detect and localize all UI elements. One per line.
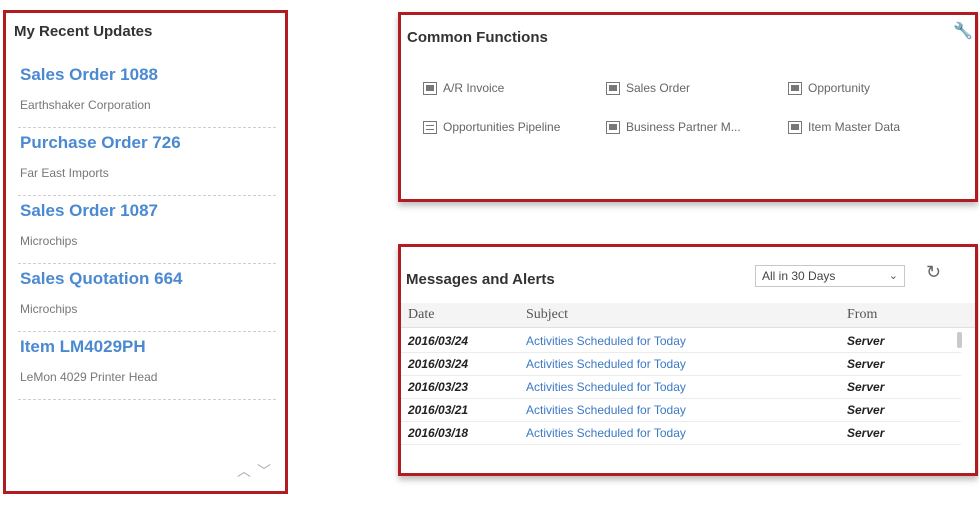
chevron-down-icon: ⌄	[888, 270, 898, 282]
row-subject-link[interactable]: Activities Scheduled for Today	[526, 357, 686, 371]
messages-alerts-panel: Messages and Alerts All in 30 Days ⌄ ↻ D…	[398, 244, 978, 476]
chevron-down-icon[interactable]: ﹀	[257, 463, 277, 479]
recent-update-name[interactable]: Sales Quotation 664	[20, 269, 183, 289]
recent-update-item[interactable]: Purchase Order 726 Far East Imports	[18, 127, 276, 196]
function-label: Item Master Data	[808, 120, 901, 134]
function-link-opportunity[interactable]: Opportunity	[788, 81, 870, 95]
column-header-subject[interactable]: Subject	[526, 307, 568, 323]
recent-updates-panel: My Recent Updates Sales Order 1088 Earth…	[3, 10, 288, 494]
recent-updates-title: My Recent Updates	[14, 23, 153, 40]
recent-update-subtitle: Far East Imports	[20, 166, 109, 180]
function-label: Opportunity	[808, 81, 871, 95]
recent-update-subtitle: Microchips	[20, 234, 78, 248]
row-date: 2016/03/24	[408, 334, 469, 348]
period-filter-value: All in 30 Days	[762, 269, 836, 283]
recent-update-subtitle: Earthshaker Corporation	[20, 98, 151, 112]
row-subject-link[interactable]: Activities Scheduled for Today	[526, 380, 686, 394]
recent-updates-nav: ︿﹀	[237, 461, 277, 481]
table-row[interactable]: 2016/03/21 Activities Scheduled for Toda…	[401, 399, 961, 422]
column-header-date[interactable]: Date	[408, 307, 434, 323]
recent-update-name[interactable]: Sales Order 1087	[20, 201, 158, 221]
row-from: Server	[847, 380, 885, 394]
table-row[interactable]: 2016/03/24 Activities Scheduled for Toda…	[401, 330, 961, 353]
row-date: 2016/03/24	[408, 357, 469, 371]
row-from: Server	[847, 357, 885, 371]
recent-update-subtitle: LeMon 4029 Printer Head	[20, 370, 158, 384]
messages-alerts-title: Messages and Alerts	[406, 271, 555, 288]
row-from: Server	[847, 426, 885, 440]
row-subject-link[interactable]: Activities Scheduled for Today	[526, 426, 686, 440]
function-label: A/R Invoice	[443, 81, 505, 95]
function-link-business-partner[interactable]: Business Partner M...	[606, 120, 741, 134]
form-icon	[606, 81, 620, 95]
recent-update-name[interactable]: Item LM4029PH	[20, 337, 146, 357]
row-date: 2016/03/21	[408, 403, 469, 417]
function-link-sales-order[interactable]: Sales Order	[606, 81, 690, 95]
function-label: Opportunities Pipeline	[443, 120, 561, 134]
row-from: Server	[847, 334, 885, 348]
form-icon	[788, 120, 802, 134]
recent-update-item[interactable]: Sales Quotation 664 Microchips	[18, 263, 276, 332]
form-icon	[788, 81, 802, 95]
table-row[interactable]: 2016/03/23 Activities Scheduled for Toda…	[401, 376, 961, 399]
report-icon	[423, 120, 437, 134]
period-filter-select[interactable]: All in 30 Days ⌄	[755, 265, 905, 287]
recent-update-item[interactable]: Sales Order 1087 Microchips	[18, 195, 276, 264]
row-subject-link[interactable]: Activities Scheduled for Today	[526, 334, 686, 348]
table-scrollbar[interactable]	[957, 332, 962, 348]
recent-update-name[interactable]: Purchase Order 726	[20, 133, 181, 153]
form-icon	[423, 81, 437, 95]
chevron-up-icon[interactable]: ︿	[237, 463, 257, 479]
function-label: Business Partner M...	[626, 120, 741, 134]
table-row[interactable]: 2016/03/24 Activities Scheduled for Toda…	[401, 353, 961, 376]
common-functions-title: Common Functions	[407, 29, 548, 46]
refresh-icon[interactable]: ↻	[926, 262, 941, 283]
row-from: Server	[847, 403, 885, 417]
row-date: 2016/03/23	[408, 380, 469, 394]
common-functions-panel: Common Functions 🔧 A/R Invoice Sales Ord…	[398, 12, 978, 202]
row-subject-link[interactable]: Activities Scheduled for Today	[526, 403, 686, 417]
wrench-icon[interactable]: 🔧	[953, 21, 973, 41]
function-link-opportunities-pipeline[interactable]: Opportunities Pipeline	[423, 120, 560, 134]
column-header-from[interactable]: From	[847, 307, 877, 323]
recent-update-item[interactable]: Sales Order 1088 Earthshaker Corporation	[18, 59, 276, 128]
function-link-item-master-data[interactable]: Item Master Data	[788, 120, 900, 134]
recent-update-subtitle: Microchips	[20, 302, 78, 316]
recent-update-name[interactable]: Sales Order 1088	[20, 65, 158, 85]
function-link-ar-invoice[interactable]: A/R Invoice	[423, 81, 504, 95]
form-icon	[606, 120, 620, 134]
recent-update-item[interactable]: Item LM4029PH LeMon 4029 Printer Head	[18, 331, 276, 400]
row-date: 2016/03/18	[408, 426, 469, 440]
table-row[interactable]: 2016/03/18 Activities Scheduled for Toda…	[401, 422, 961, 445]
table-header: Date Subject From	[401, 303, 975, 328]
function-label: Sales Order	[626, 81, 691, 95]
